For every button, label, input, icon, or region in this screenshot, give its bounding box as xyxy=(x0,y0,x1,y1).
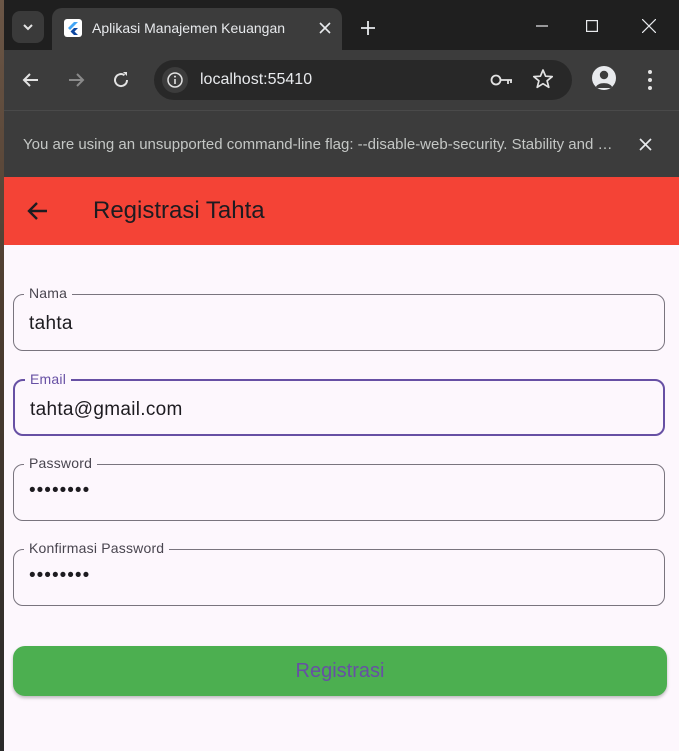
maximize-button[interactable] xyxy=(569,10,615,42)
close-icon xyxy=(319,22,331,34)
confirm-password-field-label: Konfirmasi Password xyxy=(24,540,170,556)
site-info-button[interactable] xyxy=(162,67,188,93)
name-field-label: Nama xyxy=(24,285,73,301)
back-button[interactable] xyxy=(22,195,54,227)
arrow-left-icon xyxy=(27,202,47,220)
new-tab-button[interactable] xyxy=(354,14,382,42)
register-button-label: Registrasi xyxy=(295,659,385,682)
minimize-button[interactable] xyxy=(519,10,565,42)
infobar-message: You are using an unsupported command-lin… xyxy=(23,136,615,153)
tab-strip: Aplikasi Manajemen Keuangan xyxy=(4,0,679,50)
browser-window: Aplikasi Manajemen Keuangan localhost:55… xyxy=(4,0,679,751)
star-icon xyxy=(532,69,554,89)
close-icon xyxy=(642,19,656,33)
confirm-password-field[interactable]: Konfirmasi Password •••••••• xyxy=(13,540,665,606)
close-icon xyxy=(638,137,652,151)
flutter-icon xyxy=(64,19,82,37)
minimize-icon xyxy=(536,25,548,27)
password-field[interactable]: Password •••••••• xyxy=(13,455,665,521)
url-text: localhost:55410 xyxy=(200,71,313,88)
tab-search-button[interactable] xyxy=(12,11,44,43)
chevron-down-icon xyxy=(23,24,33,31)
back-nav-button[interactable] xyxy=(15,64,47,96)
close-window-button[interactable] xyxy=(626,10,672,42)
email-field-value[interactable]: tahta@gmail.com xyxy=(30,399,183,421)
reload-icon xyxy=(114,72,129,88)
bookmark-button[interactable] xyxy=(532,68,554,95)
warning-infobar: You are using an unsupported command-lin… xyxy=(4,110,679,178)
registration-page: Registrasi Tahta Nama tahta Email tahta@… xyxy=(4,177,679,751)
app-bar: Registrasi Tahta xyxy=(4,177,679,245)
address-bar[interactable]: localhost:55410 xyxy=(154,60,572,100)
browser-toolbar: localhost:55410 xyxy=(4,50,679,110)
forward-nav-button[interactable] xyxy=(60,64,92,96)
browser-menu-button[interactable] xyxy=(640,64,660,96)
email-field-label: Email xyxy=(25,371,72,387)
password-field-label: Password xyxy=(24,455,98,471)
info-icon xyxy=(167,72,183,88)
maximize-icon xyxy=(586,20,598,32)
infobar-close-button[interactable] xyxy=(634,133,656,155)
name-field-value[interactable]: tahta xyxy=(29,313,73,335)
email-field[interactable]: Email tahta@gmail.com xyxy=(13,371,665,436)
name-field[interactable]: Nama tahta xyxy=(13,285,665,351)
tab-title: Aplikasi Manajemen Keuangan xyxy=(92,20,286,36)
password-field-value[interactable]: •••••••• xyxy=(29,480,90,502)
reload-button[interactable] xyxy=(105,64,137,96)
arrow-right-icon xyxy=(69,73,85,87)
confirm-password-field-value[interactable]: •••••••• xyxy=(29,565,90,587)
profile-button[interactable] xyxy=(592,66,616,90)
key-icon xyxy=(490,74,512,86)
page-title: Registrasi Tahta xyxy=(93,197,265,224)
tab-close-button[interactable] xyxy=(314,17,336,39)
plus-icon xyxy=(361,21,375,35)
register-button[interactable]: Registrasi xyxy=(13,646,667,696)
arrow-left-icon xyxy=(22,73,38,87)
password-key-button[interactable] xyxy=(490,70,514,95)
browser-tab[interactable]: Aplikasi Manajemen Keuangan xyxy=(52,8,342,50)
person-icon xyxy=(595,70,613,88)
more-vert-icon xyxy=(648,70,652,90)
